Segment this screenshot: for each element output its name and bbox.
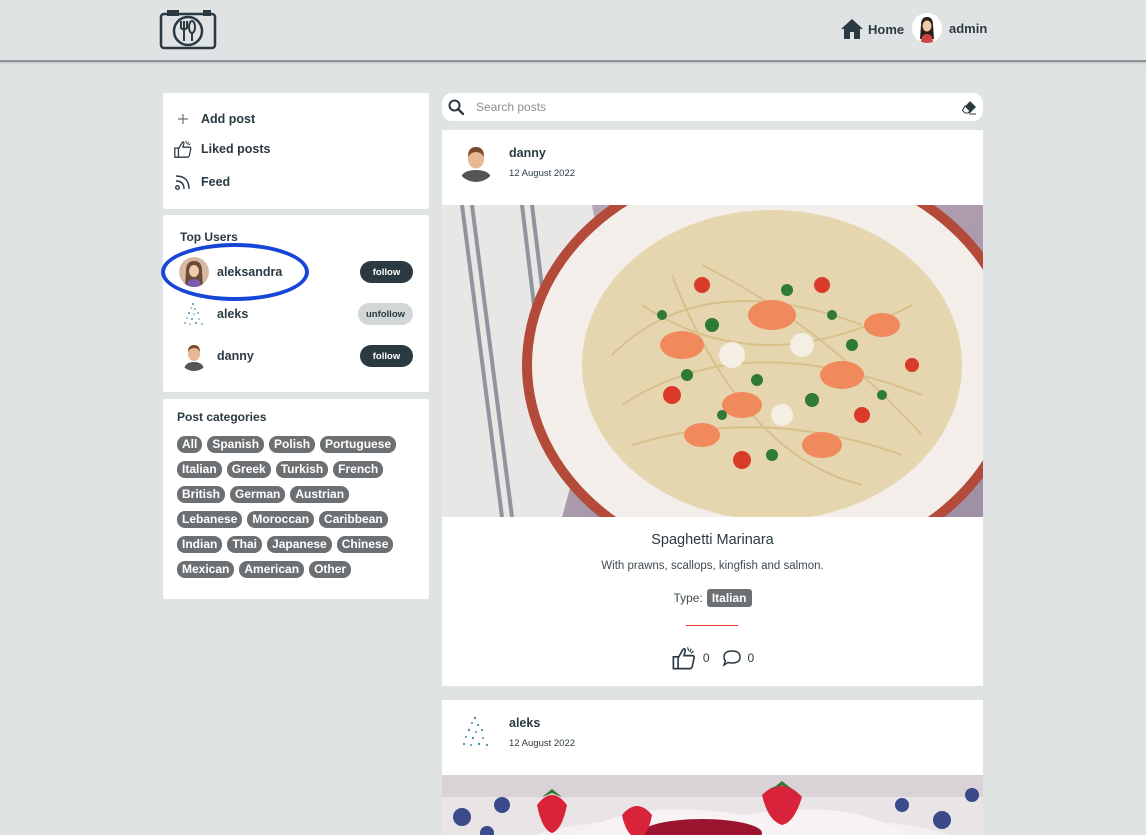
thumbs-up-icon <box>173 139 193 159</box>
top-user-row: danny follow <box>179 339 413 373</box>
category-chip[interactable]: Austrian <box>290 486 350 503</box>
category-chip[interactable]: Polish <box>269 436 316 453</box>
nav-home-link[interactable]: Home <box>840 17 904 41</box>
comment-count: 0 <box>747 651 755 665</box>
top-users-title: Top Users <box>180 230 238 244</box>
category-chip[interactable]: Spanish <box>207 436 265 453</box>
top-user-name[interactable]: aleks <box>217 307 358 321</box>
avatar <box>912 13 942 43</box>
category-chip[interactable]: Italian <box>177 461 222 478</box>
post-author[interactable]: aleks <box>509 716 575 730</box>
category-chip[interactable]: Turkish <box>275 461 329 478</box>
category-chip[interactable]: Greek <box>226 461 271 478</box>
post-card: danny 12 August 2022 Spaghetti Marinara … <box>442 130 983 686</box>
post-image[interactable] <box>442 775 983 835</box>
avatar[interactable] <box>456 712 496 752</box>
menu-item-liked-posts[interactable]: Liked posts <box>173 139 270 159</box>
top-user-name[interactable]: danny <box>217 349 360 363</box>
thumbs-up-icon <box>672 647 695 670</box>
category-chip[interactable]: French <box>333 461 384 478</box>
avatar[interactable] <box>179 299 209 329</box>
category-chip[interactable]: Indian <box>177 536 223 553</box>
post-type-chip[interactable]: Italian <box>706 589 752 607</box>
top-navbar: Home admin <box>0 0 1146 62</box>
menu-item-label: Liked posts <box>201 142 271 156</box>
nav-home-label: Home <box>868 21 905 37</box>
search-icon[interactable] <box>448 99 464 115</box>
category-chip[interactable]: Chinese <box>336 536 394 553</box>
avatar[interactable] <box>179 257 209 287</box>
top-user-row: aleksandra follow <box>179 255 413 289</box>
follow-button[interactable]: follow <box>360 261 413 283</box>
post-divider <box>686 625 738 626</box>
top-users-card: Top Users aleksandra follow aleks unfoll… <box>161 215 429 392</box>
categories-title: Post categories <box>177 410 267 424</box>
menu-card: Add post Liked posts Feed <box>163 93 429 209</box>
menu-item-add-post[interactable]: Add post <box>173 109 255 129</box>
post-author[interactable]: danny <box>509 146 575 160</box>
plus-icon <box>173 109 193 129</box>
post-type: Type: Italian <box>442 589 983 607</box>
post-description: With prawns, scallops, kingfish and salm… <box>601 560 824 572</box>
like-button[interactable]: 0 <box>671 645 710 671</box>
category-chip[interactable]: Thai <box>227 536 263 553</box>
post-date: 12 August 2022 <box>509 167 576 179</box>
like-count: 0 <box>702 651 710 665</box>
post-date: 12 August 2022 <box>509 737 576 749</box>
category-chip[interactable]: German <box>230 486 286 503</box>
category-chip[interactable]: Lebanese <box>177 511 243 528</box>
search-input[interactable] <box>476 100 946 114</box>
unfollow-button[interactable]: unfollow <box>358 303 413 325</box>
post-type-label: Type: <box>673 591 703 605</box>
post-stats: 0 0 <box>442 645 983 671</box>
category-chip[interactable]: Caribbean <box>319 511 388 528</box>
post-header: danny 12 August 2022 <box>456 142 575 182</box>
post-card: aleks 12 August 2022 <box>442 700 983 835</box>
avatar[interactable] <box>456 142 496 182</box>
menu-item-label: Add post <box>201 112 256 126</box>
post-image[interactable] <box>442 205 983 517</box>
nav-user-menu[interactable]: admin <box>912 13 987 43</box>
top-user-name[interactable]: aleksandra <box>217 265 360 279</box>
follow-button[interactable]: follow <box>360 345 413 367</box>
avatar[interactable] <box>179 341 209 371</box>
comment-button[interactable]: 0 <box>722 649 755 667</box>
category-chip[interactable]: Other <box>309 561 352 578</box>
logo-camera-icon[interactable] <box>159 8 217 50</box>
post-categories-card: Post categories All Spanish Polish Portu… <box>163 399 429 599</box>
comment-icon <box>722 650 741 667</box>
rss-icon <box>173 172 193 192</box>
top-user-row: aleks unfollow <box>179 297 413 331</box>
category-chip[interactable]: All <box>177 436 203 453</box>
category-chip[interactable]: British <box>177 486 226 503</box>
category-chip[interactable]: American <box>239 561 305 578</box>
category-list: All Spanish Polish Portuguese Italian Gr… <box>177 436 417 578</box>
category-chip[interactable]: Japanese <box>267 536 332 553</box>
menu-item-label: Feed <box>201 175 231 189</box>
post-header: aleks 12 August 2022 <box>456 712 575 752</box>
search-bar <box>442 93 983 121</box>
nav-user-label: admin <box>949 20 988 36</box>
category-chip[interactable]: Portuguese <box>320 436 397 453</box>
eraser-icon[interactable] <box>961 99 977 115</box>
post-title[interactable]: Spaghetti Marinara <box>442 532 983 548</box>
home-icon <box>841 19 863 39</box>
category-chip[interactable]: Mexican <box>177 561 235 578</box>
category-chip[interactable]: Moroccan <box>247 511 315 528</box>
menu-item-feed[interactable]: Feed <box>173 172 230 192</box>
